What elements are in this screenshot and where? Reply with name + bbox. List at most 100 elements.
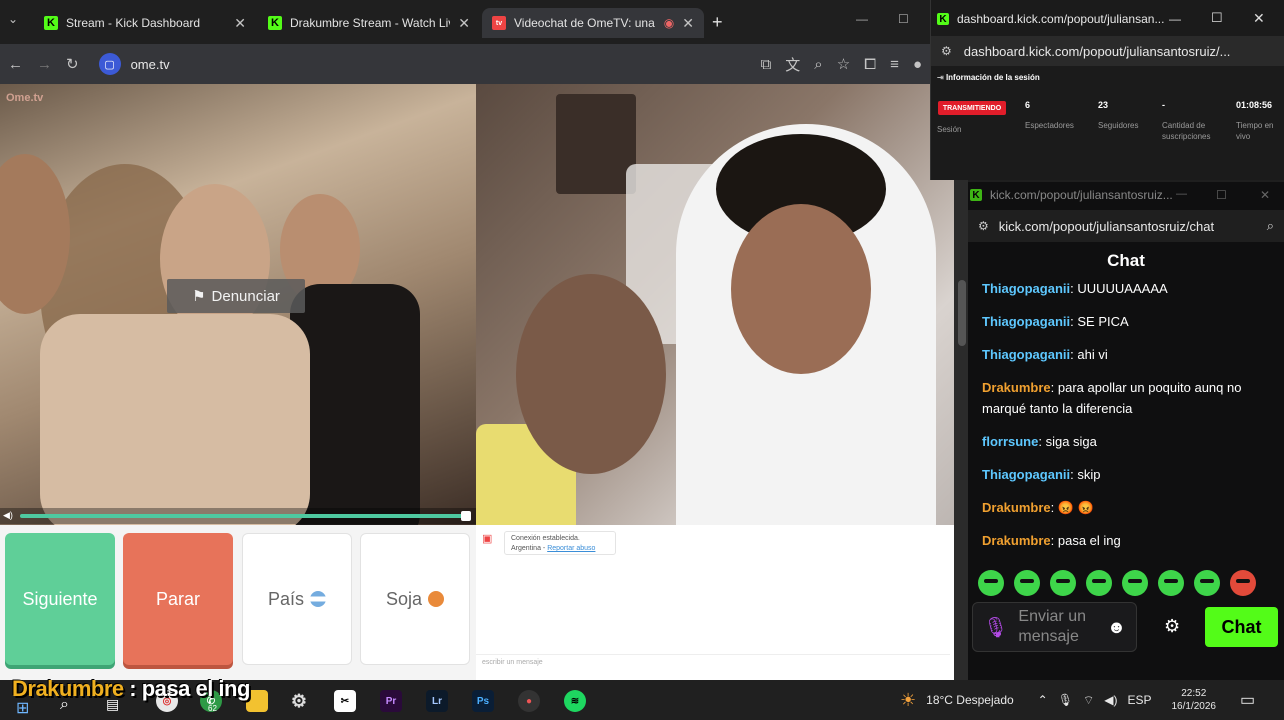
chat-username[interactable]: Drakumbre [982,380,1051,395]
ometv-logo: Ome.tv [6,92,44,104]
close-icon[interactable]: ✕ [458,15,470,32]
chat-input-placeholder: Enviar un mensaje [1018,608,1086,645]
emoji-icon[interactable]: ☻ [1107,617,1126,638]
tab-kick-dashboard[interactable]: K Stream - Kick Dashboard ✕ [34,8,256,38]
chat-url-bar[interactable]: ⚙ kick.com/popout/juliansantosruiz/chat … [968,210,1284,242]
microphone-icon[interactable]: 🎙 [1058,693,1073,707]
language-indicator[interactable]: ESP [1127,693,1151,707]
next-button[interactable]: Siguiente [5,533,115,665]
ome-message-input[interactable]: escribir un mensaje [476,654,950,670]
system-tray: ☀ 18°C Despejado ⌃ 🎙 ⌔ ◀) ESP 22:52 16/1… [900,680,1255,720]
emote-icon[interactable] [1194,570,1220,596]
maximize-icon[interactable]: ☐ [898,12,909,26]
photoshop-taskbar-icon[interactable]: Ps [472,690,494,712]
report-abuse-link[interactable]: Reportar abuso [547,545,595,552]
report-button[interactable]: ⚑ Denunciar [167,279,305,313]
dashboard-window-title: dashboard.kick.com/popout/juliansan... [957,12,1165,26]
country-button[interactable]: País [242,533,352,665]
kick-logo-icon: K [937,13,949,25]
tab-drakumbre-stream[interactable]: K Drakumbre Stream - Watch Live ✕ [258,8,480,38]
tab-ometv[interactable]: tv Videochat de OmeTV: una a ◉ ✕ [482,8,704,38]
tab-title: Drakumbre Stream - Watch Live [290,16,451,30]
premiere-taskbar-icon[interactable]: Pr [380,690,402,712]
spotify-taskbar-icon[interactable]: ≋ [564,690,586,712]
lightroom-taskbar-icon[interactable]: Lr [426,690,448,712]
media-control-icon[interactable]: ≡ [890,56,899,73]
minimize-icon[interactable]: — [1176,188,1187,200]
emote-icon[interactable] [1122,570,1148,596]
profile-icon[interactable]: ● [913,56,922,73]
close-icon[interactable]: ✕ [1260,188,1270,202]
emote-icon[interactable] [1158,570,1184,596]
close-icon[interactable]: ✕ [682,15,694,32]
chat-username[interactable]: Thiagopaganii [982,281,1070,296]
chat-send-button[interactable]: Chat [1205,607,1278,647]
clock[interactable]: 22:52 16/1/2026 [1172,687,1217,713]
settings-taskbar-icon[interactable]: ⚙ [288,690,310,712]
chat-username[interactable]: Drakumbre [982,500,1051,515]
gender-label: Soja [385,588,423,609]
stat-subs-label: Cantidad de suscripciones [1162,121,1211,141]
close-icon[interactable]: ✕ [234,15,246,32]
volume-icon[interactable]: ◀) [1104,693,1117,707]
reload-icon[interactable]: ↻ [66,55,79,73]
task-view-icon[interactable]: ▤ [106,696,119,713]
bookmark-star-icon[interactable]: ☆ [837,55,850,73]
search-icon[interactable]: ⌕ [60,696,69,714]
url-text: ome.tv [130,56,170,72]
emote-icon[interactable] [1230,570,1256,596]
weather-text[interactable]: 18°C Despejado [926,693,1014,707]
session-info-label: Información de la sesión [945,73,1040,82]
address-bar[interactable]: ▢ ome.tv [98,53,170,75]
emote-icon[interactable] [1050,570,1076,596]
zoom-icon[interactable]: ⌕ [1267,218,1274,234]
chat-message: Thiagopaganii: SE PICA [982,311,1272,332]
chat-username[interactable]: Drakumbre [982,533,1051,548]
chat-username[interactable]: florrsune [982,434,1038,449]
extensions-icon[interactable]: ⧠ [864,56,876,73]
minimize-icon[interactable]: — [856,12,868,26]
dashboard-url-bar[interactable]: ⚙ dashboard.kick.com/popout/juliansantos… [931,36,1284,66]
chat-scrollbar[interactable] [958,280,966,346]
chat-username[interactable]: Thiagopaganii [982,347,1070,362]
gender-button[interactable]: Soja [360,533,470,665]
volume-slider-handle[interactable] [461,511,471,521]
maximize-icon[interactable]: ☐ [1211,10,1223,26]
stat-uptime-label: Tiempo en vivo [1236,121,1274,141]
new-tab-icon[interactable]: + [712,12,723,33]
capcut-taskbar-icon[interactable]: ✂ [334,690,356,712]
chat-input[interactable]: 🎙 Enviar un mensaje ☻ [972,602,1137,652]
translate-icon[interactable]: 文 [785,54,800,75]
back-arrow-icon[interactable]: ← [8,56,23,73]
forward-arrow-icon[interactable]: → [37,56,52,73]
site-settings-icon[interactable]: ⚙ [978,219,989,233]
maximize-icon[interactable]: ☐ [1216,188,1227,202]
chat-titlebar: K kick.com/popout/juliansantosruiz... [970,188,1173,202]
wifi-icon[interactable]: ⌔ [1083,693,1094,708]
chat-text: ahi vi [1077,347,1108,362]
minimize-icon[interactable]: — [1169,12,1181,26]
chevron-up-icon[interactable]: ⌃ [1038,693,1048,707]
chat-username[interactable]: Thiagopaganii [982,314,1070,329]
chat-settings-icon[interactable]: ⚙ [1164,616,1180,637]
emote-icon[interactable] [1014,570,1040,596]
windows-start-icon[interactable]: ⊞ [16,698,29,718]
chat-text: UUUUUAAAAA [1077,281,1168,296]
notifications-icon[interactable]: ▭ [1240,690,1255,710]
close-icon[interactable]: ✕ [1253,10,1265,27]
chat-username[interactable]: Thiagopaganii [982,467,1070,482]
cast-icon[interactable]: ⧉ [761,56,772,73]
stop-button[interactable]: Parar [123,533,233,665]
speaker-icon[interactable]: ◀) [3,510,13,521]
volume-slider[interactable] [20,514,466,518]
obs-taskbar-icon[interactable]: ● [518,690,540,712]
clock-time: 22:52 [1181,688,1207,699]
emote-icon[interactable] [978,570,1004,596]
zoom-icon[interactable]: ⌕ [814,56,822,73]
microphone-icon[interactable]: 🎙 [983,615,1008,640]
tab-search-icon[interactable]: ⌄ [8,12,18,26]
site-settings-icon[interactable]: ⚙ [941,44,952,58]
dashboard-titlebar: K dashboard.kick.com/popout/juliansan... [937,12,1164,26]
site-info-icon[interactable]: ▢ [98,53,121,75]
emote-icon[interactable] [1086,570,1112,596]
